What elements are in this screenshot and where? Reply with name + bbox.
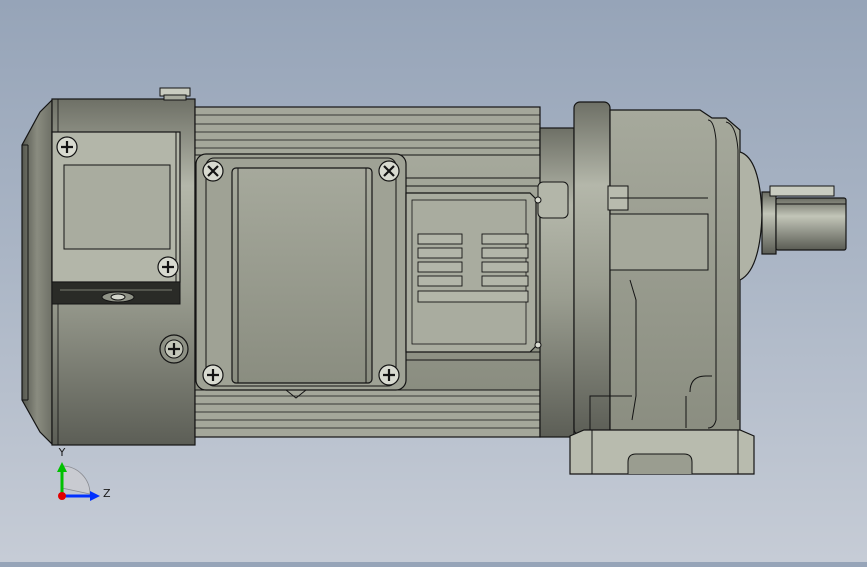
phillips-screw-icon [157, 256, 179, 278]
phillips-screw-icon [202, 364, 224, 386]
phillips-plug-icon[interactable] [159, 334, 189, 364]
output-shaft [761, 185, 847, 255]
phillips-screw-icon [378, 160, 400, 182]
coordinate-triad-icon: Y Z [57, 446, 111, 501]
breather-plug [159, 87, 191, 101]
phillips-screw-icon [378, 364, 400, 386]
y-axis-label: Y [58, 446, 66, 459]
cover-plate [51, 131, 181, 305]
z-axis-label: Z [103, 487, 111, 500]
gearbox-housing [607, 109, 763, 437]
phillips-screw-icon [56, 136, 78, 158]
phillips-screw-icon [202, 160, 224, 182]
motor-flange [534, 101, 611, 438]
nameplate [405, 192, 537, 353]
gear-motor-model[interactable]: Y Z [0, 0, 867, 562]
terminal-box [195, 153, 407, 399]
cad-viewport[interactable]: Y Z [0, 0, 867, 562]
